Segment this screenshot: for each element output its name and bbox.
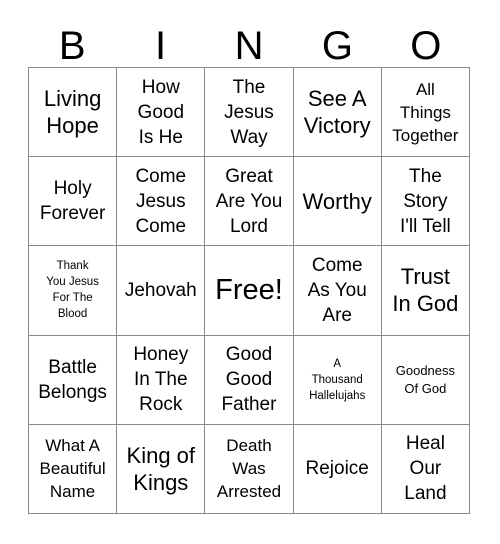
bingo-cell-label: The Story I'll Tell — [399, 165, 451, 237]
bingo-cell[interactable]: Jehovah — [117, 246, 206, 336]
bingo-cell-label: Free! — [215, 274, 283, 307]
bingo-cell[interactable]: Thank You Jesus For The Blood — [29, 246, 118, 336]
bingo-cell-label: Jehovah — [124, 279, 197, 301]
bingo-cell-label: Goodness Of God — [395, 362, 456, 396]
header-letter-n: N — [234, 24, 264, 68]
header-letter-g: G — [321, 24, 353, 68]
bingo-cell[interactable]: What A Beautiful Name — [29, 424, 118, 514]
bingo-cell[interactable]: Holy Forever — [29, 157, 118, 247]
bingo-cell[interactable]: Come As You Are — [293, 246, 382, 336]
bingo-grid: Living Hope How Good Is He The Jesus Way Se… — [28, 67, 470, 514]
bingo-cell-label: Heal Our Land — [404, 433, 447, 505]
bingo-cell[interactable]: Goodness Of God — [381, 335, 470, 425]
header-letter-o: O — [410, 24, 442, 68]
header-letter-b: B — [58, 24, 86, 68]
bingo-cell-label: Come Jesus Come — [135, 165, 187, 237]
bingo-cell[interactable]: Trust In God — [381, 246, 470, 336]
bingo-cell-label: Living Hope — [43, 86, 102, 139]
bingo-cell[interactable]: Death Was Arrested — [205, 424, 294, 514]
bingo-cell[interactable]: King of Kings — [117, 424, 206, 514]
bingo-cell[interactable]: Honey In The Rock — [117, 335, 206, 425]
bingo-cell[interactable]: Heal Our Land — [381, 424, 470, 514]
bingo-header: B I N G O — [28, 14, 470, 67]
bingo-cell[interactable]: Battle Belongs — [29, 335, 118, 425]
header-letter-i: I — [155, 24, 167, 68]
bingo-cell-label: All Things Together — [392, 79, 459, 145]
bingo-cell-label: Good Good Father — [221, 344, 277, 416]
bingo-cell[interactable]: Worthy — [293, 157, 382, 247]
bingo-cell[interactable]: Come Jesus Come — [117, 157, 206, 247]
bingo-cell-label: Holy Forever — [39, 178, 106, 225]
bingo-cell[interactable]: All Things Together — [381, 68, 470, 158]
bingo-cell[interactable]: How Good Is He — [117, 68, 206, 158]
bingo-cell-label: Great Are You Lord — [215, 165, 283, 237]
bingo-cell-label: King of Kings — [126, 442, 196, 495]
bingo-cell[interactable]: The Story I'll Tell — [381, 157, 470, 247]
bingo-cell[interactable]: A Thousand Hallelujahs — [293, 335, 382, 425]
bingo-cell[interactable]: Great Are You Lord — [205, 157, 294, 247]
bingo-cell-label: What A Beautiful Name — [39, 436, 106, 502]
bingo-cell-label: Worthy — [302, 188, 372, 214]
bingo-cell-label: Trust In God — [392, 264, 459, 317]
bingo-card: B I N G O Living Hope How Good Is He The J… — [0, 0, 500, 544]
bingo-cell-label: Honey In The Rock — [133, 344, 189, 416]
bingo-cell-label: Battle Belongs — [38, 356, 107, 403]
bingo-cell-label: Thank You Jesus For The Blood — [46, 260, 99, 321]
bingo-cell-free[interactable]: Free! — [205, 246, 294, 336]
bingo-cell[interactable]: Good Good Father — [205, 335, 294, 425]
bingo-cell[interactable]: The Jesus Way — [205, 68, 294, 158]
bingo-cell[interactable]: Living Hope — [29, 68, 118, 158]
bingo-cell-label: A Thousand Hallelujahs — [309, 357, 366, 402]
bingo-cell-label: Death Was Arrested — [216, 436, 282, 502]
bingo-cell-label: How Good Is He — [137, 76, 185, 148]
bingo-cell-label: See A Victory — [303, 86, 371, 139]
bingo-cell-label: Rejoice — [305, 458, 369, 480]
bingo-cell[interactable]: Rejoice — [293, 424, 382, 514]
bingo-cell-label: Come As You Are — [307, 254, 367, 326]
bingo-cell[interactable]: See A Victory — [293, 68, 382, 158]
bingo-cell-label: The Jesus Way — [224, 76, 274, 148]
